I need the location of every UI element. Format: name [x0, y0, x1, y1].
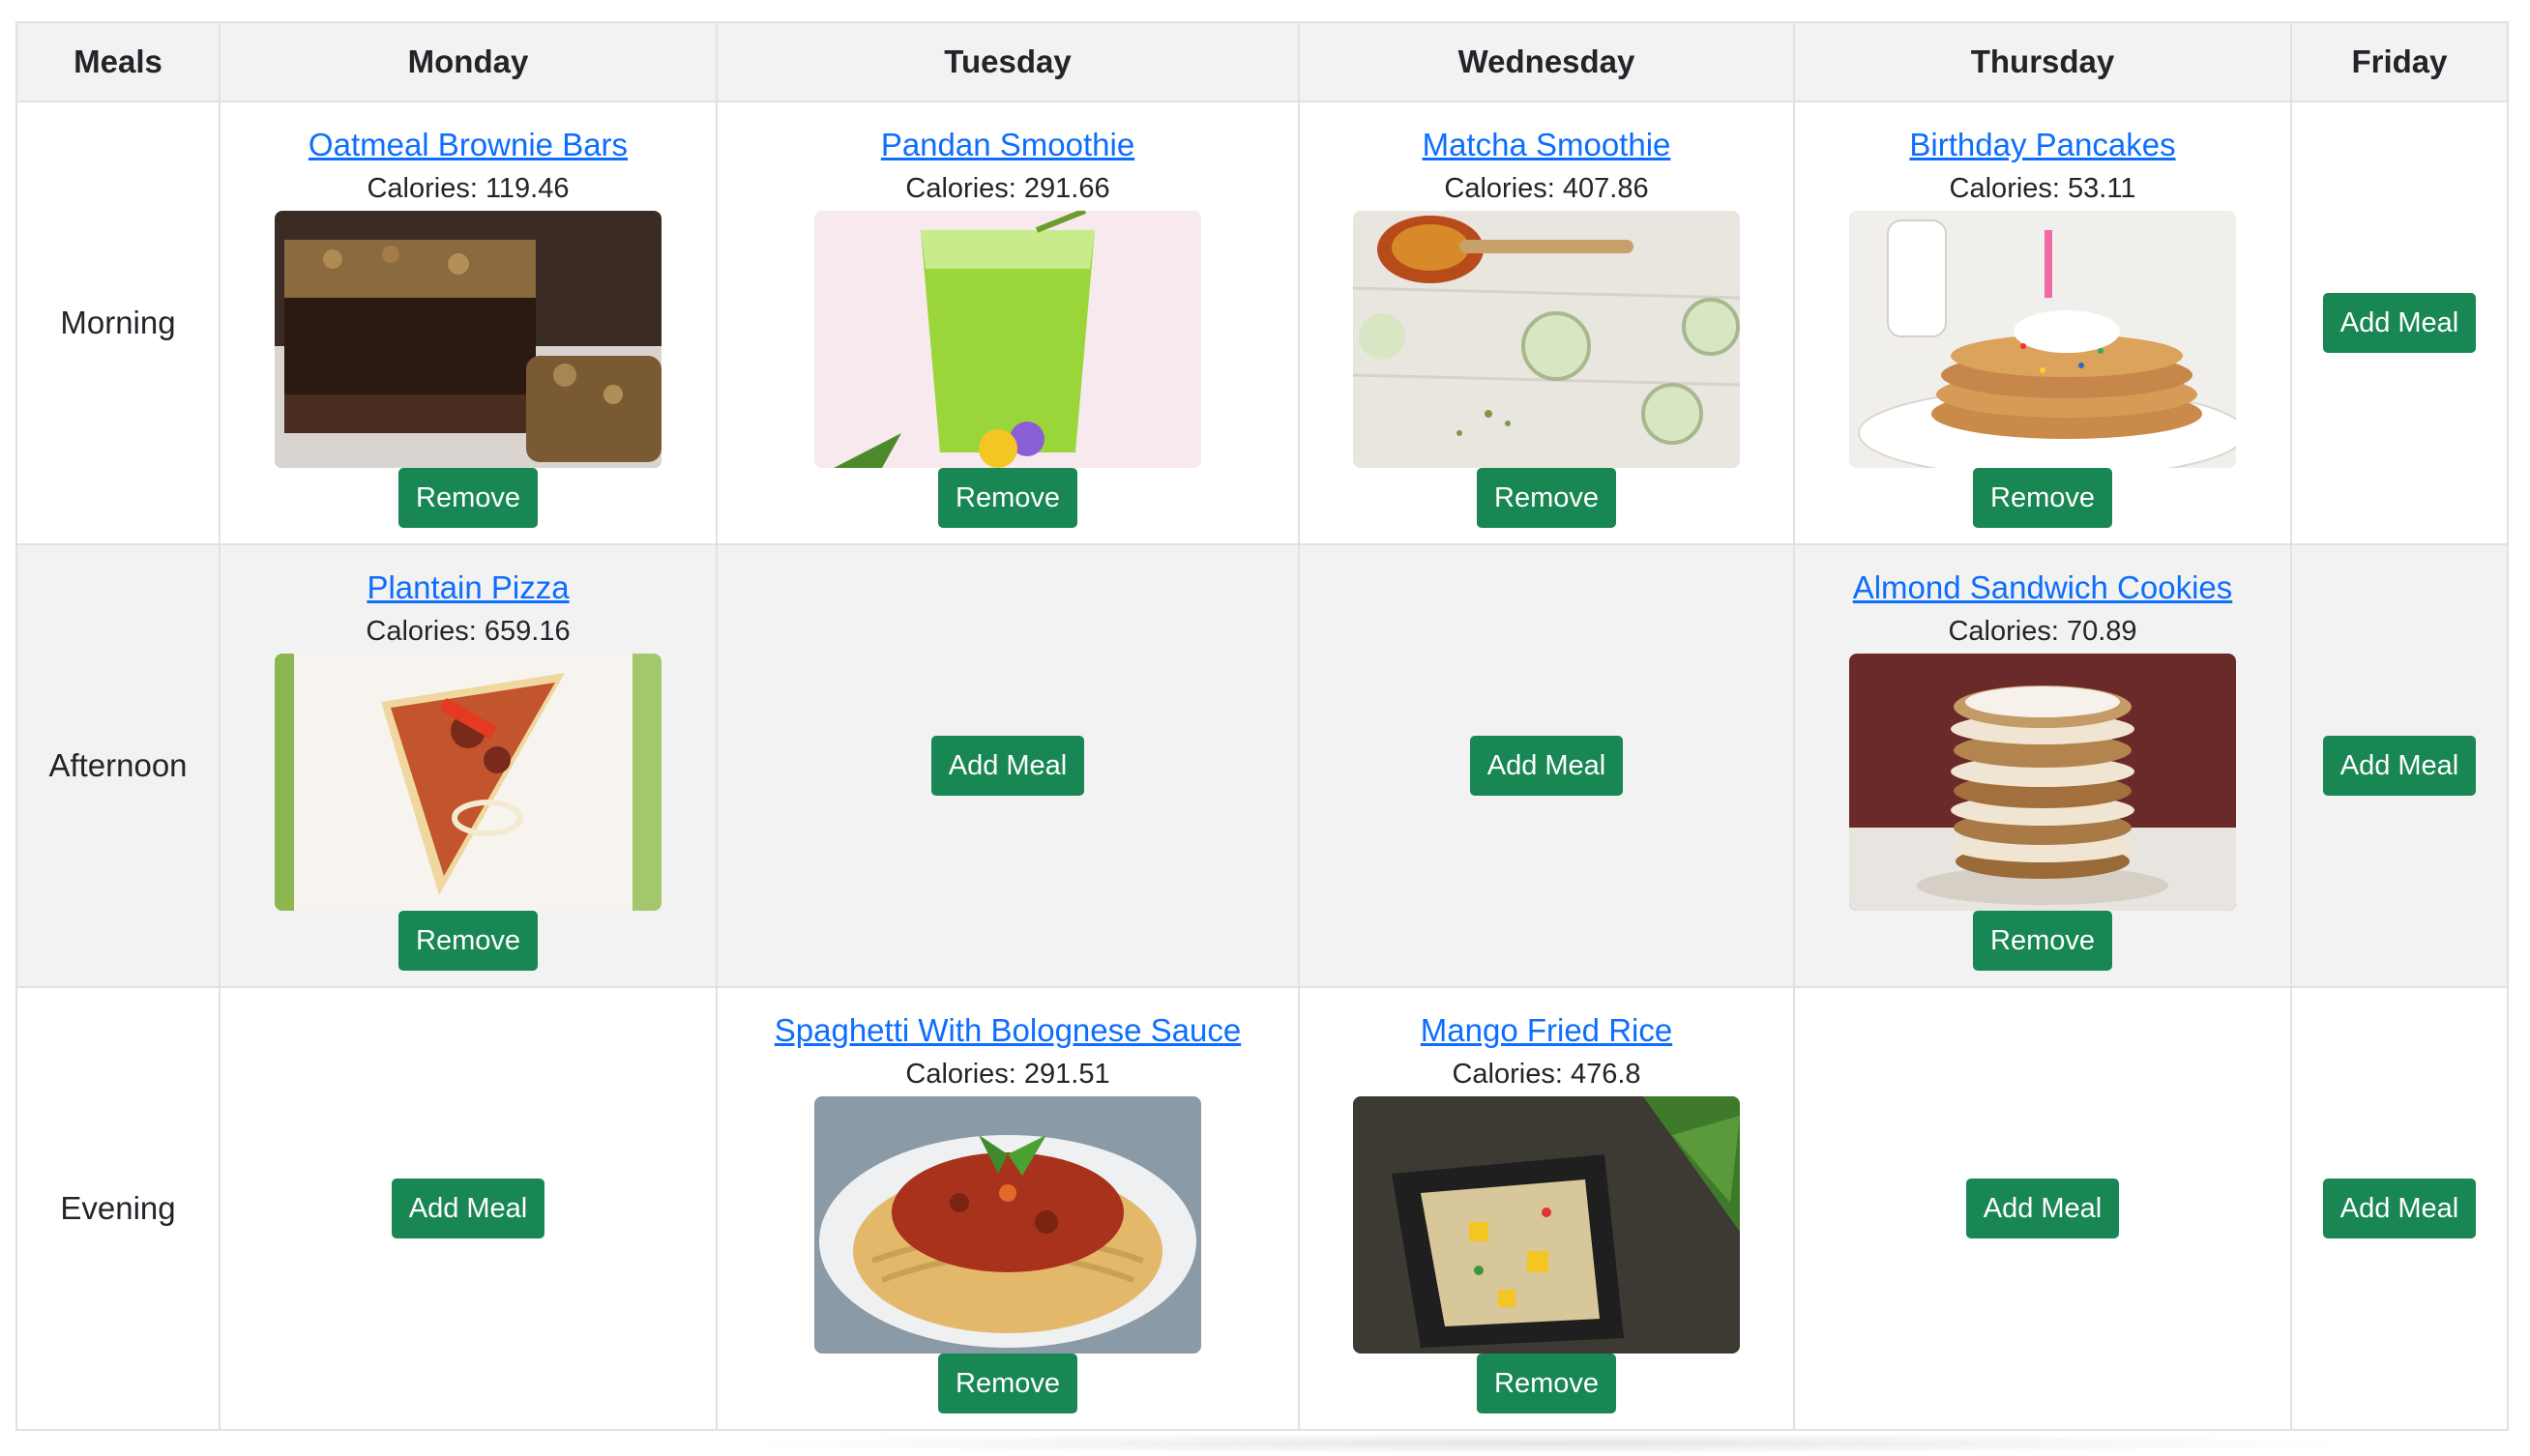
meal-card: Matcha Smoothie Calories: 407.86 Remove: [1300, 118, 1793, 528]
cell-afternoon-tuesday: Add Meal: [716, 543, 1300, 988]
add-meal-button[interactable]: Add Meal: [1965, 1179, 2120, 1238]
add-meal-button[interactable]: Add Meal: [2322, 736, 2477, 796]
remove-meal-button[interactable]: Remove: [938, 468, 1077, 528]
meal-card: Plantain Pizza Calories: 659.16 Remove: [221, 561, 716, 971]
bottom-shadow: [716, 1433, 2379, 1454]
meal-calories: Calories: 53.11: [1949, 173, 2136, 204]
header-meals: Meals: [15, 21, 221, 102]
meal-name-link[interactable]: Plantain Pizza: [367, 567, 569, 609]
cell-morning-monday: Oatmeal Brownie Bars Calories: 119.46 Remo…: [219, 101, 718, 545]
brownie-bar-photo: [275, 211, 662, 468]
spaghetti-photo: [814, 1096, 1201, 1354]
meal-name-link[interactable]: Birthday Pancakes: [1909, 124, 2175, 166]
period-label-afternoon: Afternoon: [15, 543, 221, 988]
remove-meal-button[interactable]: Remove: [398, 468, 538, 528]
meal-calories: Calories: 70.89: [1948, 616, 2137, 647]
pancakes-photo: [1849, 211, 2236, 468]
remove-meal-button[interactable]: Remove: [938, 1354, 1077, 1413]
meal-calories: Calories: 119.46: [367, 173, 570, 204]
fried-rice-photo: [1353, 1096, 1740, 1354]
meal-name-link[interactable]: Matcha Smoothie: [1423, 124, 1671, 166]
cell-afternoon-thursday: Almond Sandwich Cookies Calories: 70.89 Re…: [1793, 543, 2292, 988]
period-label-morning: Morning: [15, 101, 221, 545]
meal-card: Spaghetti With Bolognese Sauce Calories: …: [718, 1004, 1298, 1413]
cell-evening-wednesday: Mango Fried Rice Calories: 476.8 Remove: [1298, 986, 1795, 1431]
cell-evening-monday: Add Meal: [219, 986, 718, 1431]
meal-name-link[interactable]: Pandan Smoothie: [881, 124, 1134, 166]
meal-card: Oatmeal Brownie Bars Calories: 119.46 Remo…: [221, 118, 716, 528]
cell-afternoon-monday: Plantain Pizza Calories: 659.16 Remove: [219, 543, 718, 988]
green-smoothie-photo: [814, 211, 1201, 468]
meal-calories: Calories: 476.8: [1452, 1059, 1641, 1090]
cell-morning-tuesday: Pandan Smoothie Calories: 291.66 Remove: [716, 101, 1300, 545]
add-meal-button[interactable]: Add Meal: [1469, 736, 1624, 796]
meal-planner: Meals Monday Tuesday Wednesday Thursday …: [15, 21, 2509, 1431]
meal-card: Birthday Pancakes Calories: 53.11 Remove: [1795, 118, 2290, 528]
add-meal-button[interactable]: Add Meal: [2322, 293, 2477, 353]
meal-plan-table: Meals Monday Tuesday Wednesday Thursday …: [15, 21, 2509, 1431]
meal-name-link[interactable]: Oatmeal Brownie Bars: [309, 124, 628, 166]
meal-calories: Calories: 407.86: [1444, 173, 1649, 204]
matcha-smoothie-photo: [1353, 211, 1740, 468]
table-row-afternoon: Afternoon Plantain Pizza Calories: 659.16 R…: [15, 543, 2509, 988]
remove-meal-button[interactable]: Remove: [1973, 468, 2112, 528]
cell-evening-tuesday: Spaghetti With Bolognese Sauce Calories: …: [716, 986, 1300, 1431]
cell-afternoon-friday: Add Meal: [2290, 543, 2509, 988]
table-row-morning: Morning Oatmeal Brownie Bars Calories: 119…: [15, 101, 2509, 545]
meal-calories: Calories: 659.16: [366, 616, 571, 647]
table-row-evening: Evening Add Meal Spaghetti With Bolognese …: [15, 986, 2509, 1431]
meal-name-link[interactable]: Mango Fried Rice: [1421, 1009, 1672, 1052]
meal-name-link[interactable]: Spaghetti With Bolognese Sauce: [775, 1009, 1241, 1052]
remove-meal-button[interactable]: Remove: [398, 911, 538, 971]
add-meal-button[interactable]: Add Meal: [930, 736, 1085, 796]
meal-card: Mango Fried Rice Calories: 476.8 Remove: [1300, 1004, 1793, 1413]
meal-card: Almond Sandwich Cookies Calories: 70.89 Re…: [1795, 561, 2290, 971]
cell-evening-friday: Add Meal: [2290, 986, 2509, 1431]
add-meal-button[interactable]: Add Meal: [391, 1179, 545, 1238]
meal-name-link[interactable]: Almond Sandwich Cookies: [1853, 567, 2233, 609]
remove-meal-button[interactable]: Remove: [1973, 911, 2112, 971]
header-thursday: Thursday: [1793, 21, 2292, 102]
add-meal-button[interactable]: Add Meal: [2322, 1179, 2477, 1238]
table-header-row: Meals Monday Tuesday Wednesday Thursday …: [15, 21, 2509, 102]
remove-meal-button[interactable]: Remove: [1477, 1354, 1616, 1413]
cell-morning-wednesday: Matcha Smoothie Calories: 407.86 Remove: [1298, 101, 1795, 545]
remove-meal-button[interactable]: Remove: [1477, 468, 1616, 528]
meal-calories: Calories: 291.51: [905, 1059, 1110, 1090]
cell-afternoon-wednesday: Add Meal: [1298, 543, 1795, 988]
header-monday: Monday: [219, 21, 718, 102]
header-wednesday: Wednesday: [1298, 21, 1795, 102]
header-tuesday: Tuesday: [716, 21, 1300, 102]
cell-evening-thursday: Add Meal: [1793, 986, 2292, 1431]
meal-card: Pandan Smoothie Calories: 291.66 Remove: [718, 118, 1298, 528]
meal-calories: Calories: 291.66: [905, 173, 1110, 204]
cell-morning-friday: Add Meal: [2290, 101, 2509, 545]
cookie-stack-photo: [1849, 654, 2236, 911]
header-friday: Friday: [2290, 21, 2509, 102]
cell-morning-thursday: Birthday Pancakes Calories: 53.11 Remove: [1793, 101, 2292, 545]
pizza-slice-photo: [275, 654, 662, 911]
period-label-evening: Evening: [15, 986, 221, 1431]
